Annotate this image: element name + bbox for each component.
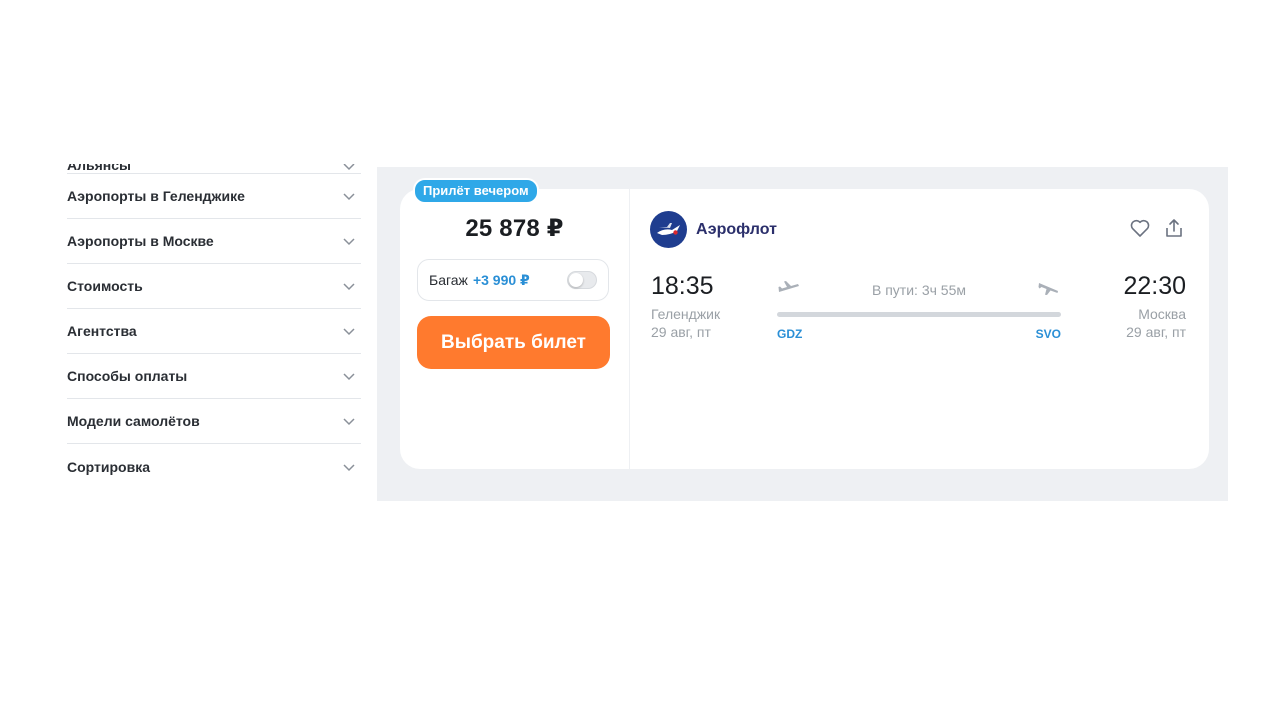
filter-label: Сортировка	[67, 458, 150, 475]
departure-iata: GDZ	[777, 327, 803, 341]
flight-duration: В пути: 3ч 55м	[872, 282, 966, 298]
filter-alliances[interactable]: Альянсы	[67, 164, 361, 174]
filter-agencies[interactable]: Агентства	[67, 309, 361, 354]
chevron-down-icon	[342, 324, 356, 338]
chevron-down-icon	[342, 164, 356, 173]
departure-city: Геленджик	[651, 306, 721, 322]
ticket-price: 25 878 ₽	[465, 215, 564, 242]
landing-plane-icon	[1037, 279, 1061, 297]
filter-price[interactable]: Стоимость	[67, 264, 361, 309]
ticket-card[interactable]: 25 878 ₽ Багаж +3 990 ₽ Выбрать билет Аэ…	[400, 189, 1209, 469]
arrival-city: Москва	[1138, 306, 1186, 322]
select-ticket-button[interactable]: Выбрать билет	[417, 316, 610, 369]
chevron-down-icon	[342, 279, 356, 293]
filter-label: Агентства	[67, 323, 137, 339]
filter-label: Модели самолётов	[67, 413, 200, 429]
flight-route: В пути: 3ч 55м GDZ SVO	[777, 279, 1061, 341]
filter-label: Аэропорты в Москве	[67, 233, 214, 249]
results-panel: 25 878 ₽ Багаж +3 990 ₽ Выбрать билет Аэ…	[377, 167, 1228, 501]
filter-label: Стоимость	[67, 278, 143, 294]
chevron-down-icon	[342, 189, 356, 203]
chevron-down-icon	[342, 414, 356, 428]
chevron-down-icon	[342, 369, 356, 383]
filter-aircraft-models[interactable]: Модели самолётов	[67, 399, 361, 444]
baggage-price: +3 990 ₽	[472, 271, 530, 288]
chevron-down-icon	[342, 234, 356, 248]
route-line	[777, 312, 1061, 317]
filter-label: Способы оплаты	[67, 368, 188, 384]
heart-icon[interactable]	[1129, 217, 1151, 239]
filter-payment-methods[interactable]: Способы оплаты	[67, 354, 361, 399]
airline-name: Аэрофлот	[696, 220, 777, 238]
departure-time: 18:35	[651, 272, 714, 300]
departure-date: 29 авг, пт	[651, 324, 711, 340]
baggage-toggle[interactable]	[567, 271, 597, 289]
filters-sidebar: Альянсы Аэропорты в Геленджике Аэропорты…	[67, 164, 361, 508]
filter-label: Аэропорты в Геленджике	[67, 188, 245, 204]
arrival-date: 29 авг, пт	[1126, 324, 1186, 340]
toggle-knob	[569, 273, 583, 287]
chevron-down-icon	[342, 460, 356, 474]
airline: Аэрофлот	[650, 211, 777, 248]
arrival-time: 22:30	[1123, 272, 1186, 300]
ticket-price-column: 25 878 ₽ Багаж +3 990 ₽ Выбрать билет	[400, 189, 630, 469]
baggage-label: Багаж	[429, 272, 468, 288]
share-icon[interactable]	[1163, 217, 1185, 239]
baggage-option[interactable]: Багаж +3 990 ₽	[417, 259, 609, 301]
filter-airports-gelendzhik[interactable]: Аэропорты в Геленджике	[67, 174, 361, 219]
filter-label: Альянсы	[67, 164, 131, 173]
evening-arrival-badge: Прилёт вечером	[413, 178, 539, 204]
filter-sorting[interactable]: Сортировка	[67, 444, 361, 489]
aeroflot-logo-icon	[650, 211, 687, 248]
arrival-iata: SVO	[1035, 327, 1061, 341]
ticket-actions	[1129, 217, 1185, 239]
filter-airports-moscow[interactable]: Аэропорты в Москве	[67, 219, 361, 264]
